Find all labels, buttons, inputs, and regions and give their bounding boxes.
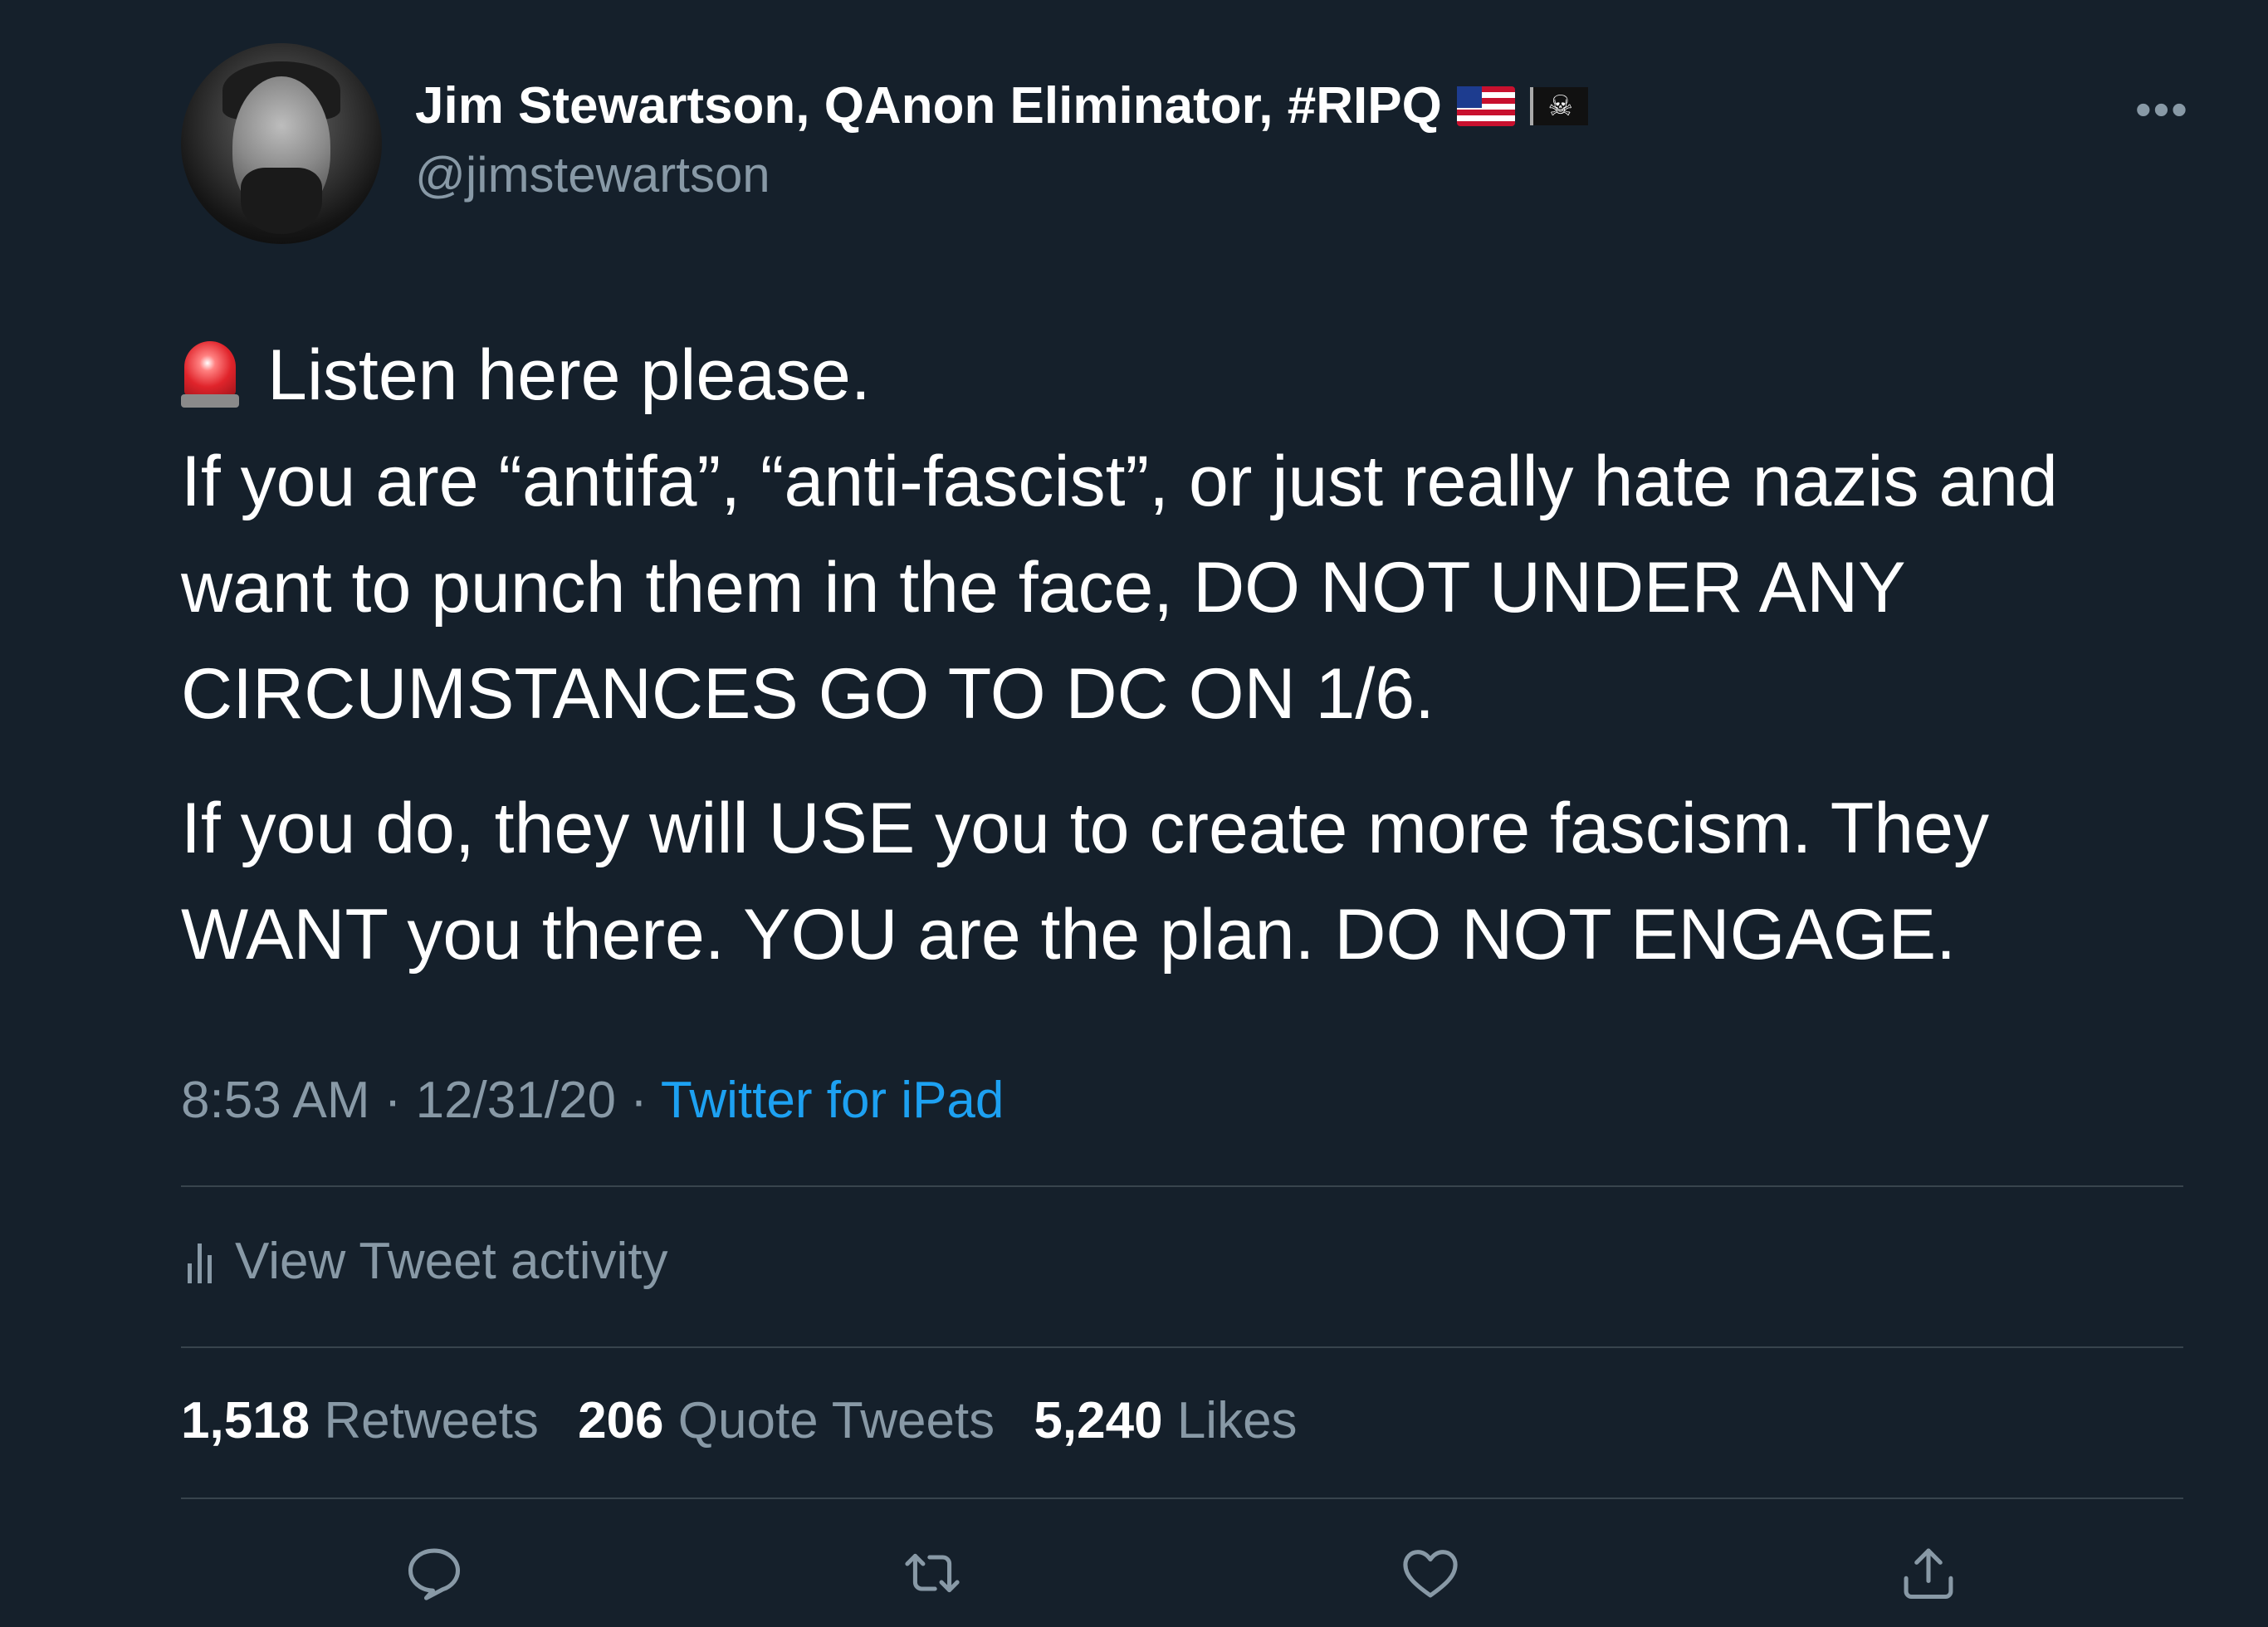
like-button[interactable]	[1393, 1536, 1468, 1610]
retweet-icon	[905, 1553, 960, 1593]
more-dots-icon[interactable]: •••	[2135, 86, 2189, 133]
share-icon	[1904, 1548, 1953, 1600]
tweet-text: Listen here please. If you are “antifa”,…	[181, 322, 2124, 988]
bar-chart-icon	[188, 1240, 212, 1283]
quote-tweets-stat[interactable]: 206 Quote Tweets	[578, 1392, 995, 1449]
tweet-paragraph-2: If you do, they will USE you to create m…	[181, 789, 1989, 975]
like-icon	[1403, 1550, 1458, 1598]
us-flag-icon	[1456, 86, 1515, 126]
display-name[interactable]: Jim Stewartson, QAnon Eliminator, #RIPQ	[415, 76, 1442, 135]
retweets-count: 1,518	[181, 1392, 310, 1449]
view-tweet-activity-label: View Tweet activity	[235, 1233, 668, 1290]
reply-icon	[408, 1548, 461, 1600]
author-name-row[interactable]: Jim Stewartson, QAnon Eliminator, #RIPQ …	[415, 76, 1588, 135]
divider	[181, 1346, 2183, 1348]
retweets-label: Retweets	[324, 1392, 539, 1449]
tweet-stats: 1,518 Retweets 206 Quote Tweets 5,240 Li…	[181, 1391, 1322, 1450]
tweet-actions	[0, 1536, 2268, 1610]
tweet-date[interactable]: 12/31/20	[416, 1072, 616, 1129]
divider	[181, 1185, 2183, 1187]
view-tweet-activity-button[interactable]: View Tweet activity	[188, 1232, 668, 1291]
meta-separator: ·	[369, 1072, 416, 1129]
tweet-detail: Jim Stewartson, QAnon Eliminator, #RIPQ …	[0, 0, 2268, 1627]
likes-stat[interactable]: 5,240 Likes	[1034, 1392, 1297, 1449]
retweets-stat[interactable]: 1,518 Retweets	[181, 1392, 539, 1449]
likes-count: 5,240	[1034, 1392, 1163, 1449]
share-button[interactable]	[1891, 1536, 1966, 1610]
retweet-button[interactable]	[895, 1536, 970, 1610]
divider	[181, 1498, 2183, 1499]
tweet-source-link[interactable]: Twitter for iPad	[661, 1072, 1004, 1129]
tweet-paragraph-1-text: Listen here please. If you are “antifa”,…	[181, 335, 2058, 734]
reply-button[interactable]	[397, 1536, 472, 1610]
likes-label: Likes	[1176, 1392, 1298, 1449]
quote-tweets-label: Quote Tweets	[677, 1392, 995, 1449]
tweet-time[interactable]: 8:53 AM	[181, 1072, 369, 1129]
meta-separator: ·	[615, 1072, 661, 1129]
tweet-meta: 8:53 AM · 12/31/20 · Twitter for iPad	[181, 1071, 1004, 1130]
quote-tweets-count: 206	[578, 1392, 664, 1449]
avatar[interactable]	[181, 43, 382, 244]
tweet-paragraph-1: Listen here please. If you are “antifa”,…	[181, 322, 2124, 747]
siren-icon	[181, 336, 239, 409]
pirate-flag-icon: ☠	[1529, 86, 1588, 125]
avatar-beard	[241, 168, 322, 234]
user-handle[interactable]: @jimstewartson	[415, 146, 770, 203]
